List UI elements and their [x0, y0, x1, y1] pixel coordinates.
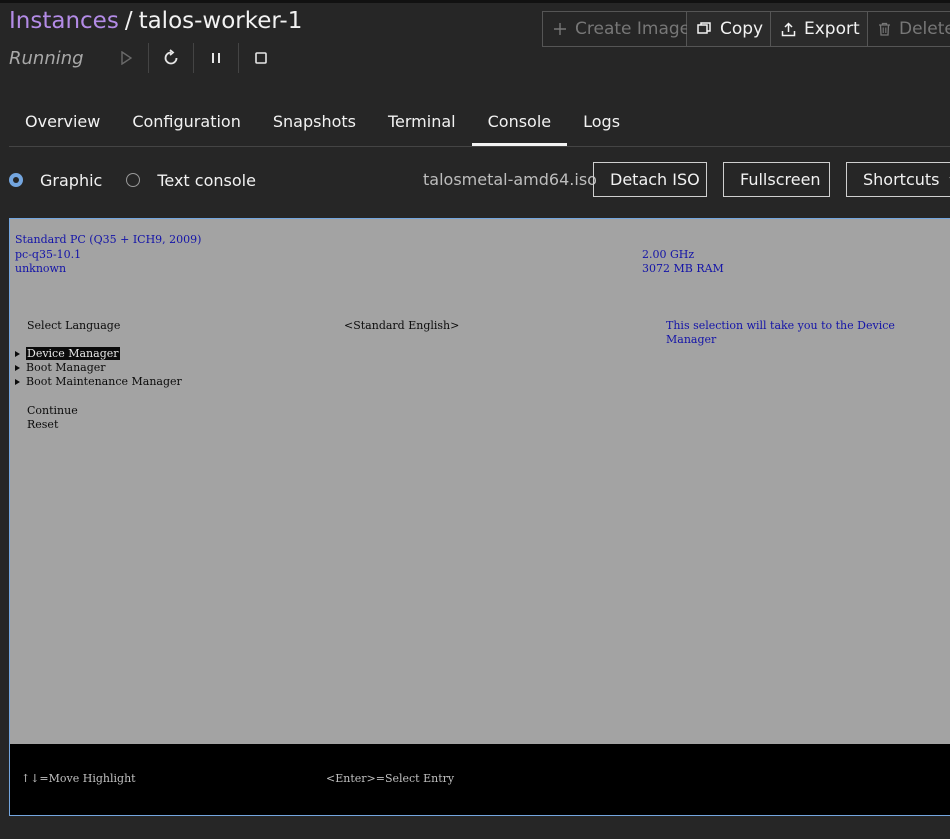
- graphic-mode-radio[interactable]: Graphic: [9, 171, 102, 190]
- radio-unselected-indicator: [126, 173, 141, 187]
- text-console-mode-radio[interactable]: Text console: [126, 171, 256, 190]
- copy-button[interactable]: Copy: [687, 12, 771, 46]
- stop-button[interactable]: [239, 42, 283, 74]
- shortcuts-dropdown[interactable]: Shortcuts: [846, 162, 950, 197]
- tab-configuration[interactable]: Configuration: [116, 102, 257, 146]
- cpu-speed: 2.00 GHz: [642, 248, 695, 261]
- breadcrumb-separator: /: [124, 8, 133, 34]
- create-image-button[interactable]: Create Image: [543, 12, 690, 46]
- machine-model: pc-q35-10.1: [15, 248, 82, 261]
- fullscreen-button[interactable]: Fullscreen: [723, 162, 830, 197]
- tab-terminal[interactable]: Terminal: [372, 102, 472, 146]
- bios-help-footer: ↑↓=Move Highlight <Enter>=Select Entry: [10, 744, 950, 815]
- bios-setup-screen: Standard PC (Q35 + ICH9, 2009) pc-q35-10…: [10, 219, 950, 744]
- instance-tabs: Overview Configuration Snapshots Termina…: [9, 102, 950, 147]
- copy-icon: [697, 22, 712, 36]
- submenu-arrow-icon: [15, 351, 20, 357]
- instance-actions: Create Image Copy Export Delete: [542, 11, 950, 47]
- footer-move-hint: ↑↓=Move Highlight: [21, 772, 136, 785]
- page-title: Instances / talos-worker-1: [9, 8, 302, 40]
- console-mode-selector: Graphic Text console: [9, 168, 280, 192]
- menu-item-continue: Continue: [27, 404, 78, 417]
- machine-info: Standard PC (Q35 + ICH9, 2009): [15, 233, 202, 246]
- tab-logs[interactable]: Logs: [567, 102, 636, 146]
- pause-icon: [212, 53, 220, 63]
- tab-overview[interactable]: Overview: [9, 102, 116, 146]
- ram-size: 3072 MB RAM: [642, 262, 724, 275]
- status-text: Running: [9, 47, 84, 69]
- breadcrumb-instances-link[interactable]: Instances: [9, 8, 119, 34]
- tab-console[interactable]: Console: [471, 102, 568, 146]
- submenu-arrow-icon: [15, 379, 20, 385]
- menu-item-reset: Reset: [27, 418, 59, 431]
- instance-status-bar: Running: [9, 42, 283, 74]
- top-border: [0, 0, 950, 3]
- submenu-arrow-icon: [15, 365, 20, 371]
- menu-item-boot-maintenance-manager: Boot Maintenance Manager: [15, 375, 182, 388]
- menu-item-boot-manager: Boot Manager: [15, 361, 106, 374]
- help-text-line1: This selection will take you to the Devi…: [666, 319, 895, 332]
- tab-snapshots[interactable]: Snapshots: [257, 102, 372, 146]
- play-icon: [121, 51, 132, 65]
- restart-button[interactable]: [149, 42, 193, 74]
- pause-button[interactable]: [194, 42, 238, 74]
- machine-serial: unknown: [15, 262, 67, 275]
- upload-icon: [781, 21, 796, 37]
- select-language-label: Select Language: [27, 319, 121, 332]
- footer-select-hint: <Enter>=Select Entry: [326, 772, 455, 785]
- plus-icon: [553, 22, 567, 36]
- instance-name: talos-worker-1: [138, 8, 303, 34]
- help-text-line2: Manager: [666, 333, 717, 346]
- trash-icon: [878, 22, 891, 36]
- export-button[interactable]: Export: [771, 12, 868, 46]
- delete-button[interactable]: Delete: [868, 12, 950, 46]
- start-button[interactable]: [104, 42, 148, 74]
- restart-icon: [164, 49, 178, 65]
- attached-iso-name: talosmetal-amd64.iso: [423, 170, 597, 189]
- radio-selected-indicator: [9, 173, 23, 187]
- stop-icon: [255, 52, 267, 64]
- vm-console-screen[interactable]: Standard PC (Q35 + ICH9, 2009) pc-q35-10…: [9, 218, 950, 816]
- menu-item-device-manager: Device Manager: [15, 347, 120, 360]
- select-language-value: <Standard English>: [344, 319, 460, 332]
- detach-iso-button[interactable]: Detach ISO: [593, 162, 707, 197]
